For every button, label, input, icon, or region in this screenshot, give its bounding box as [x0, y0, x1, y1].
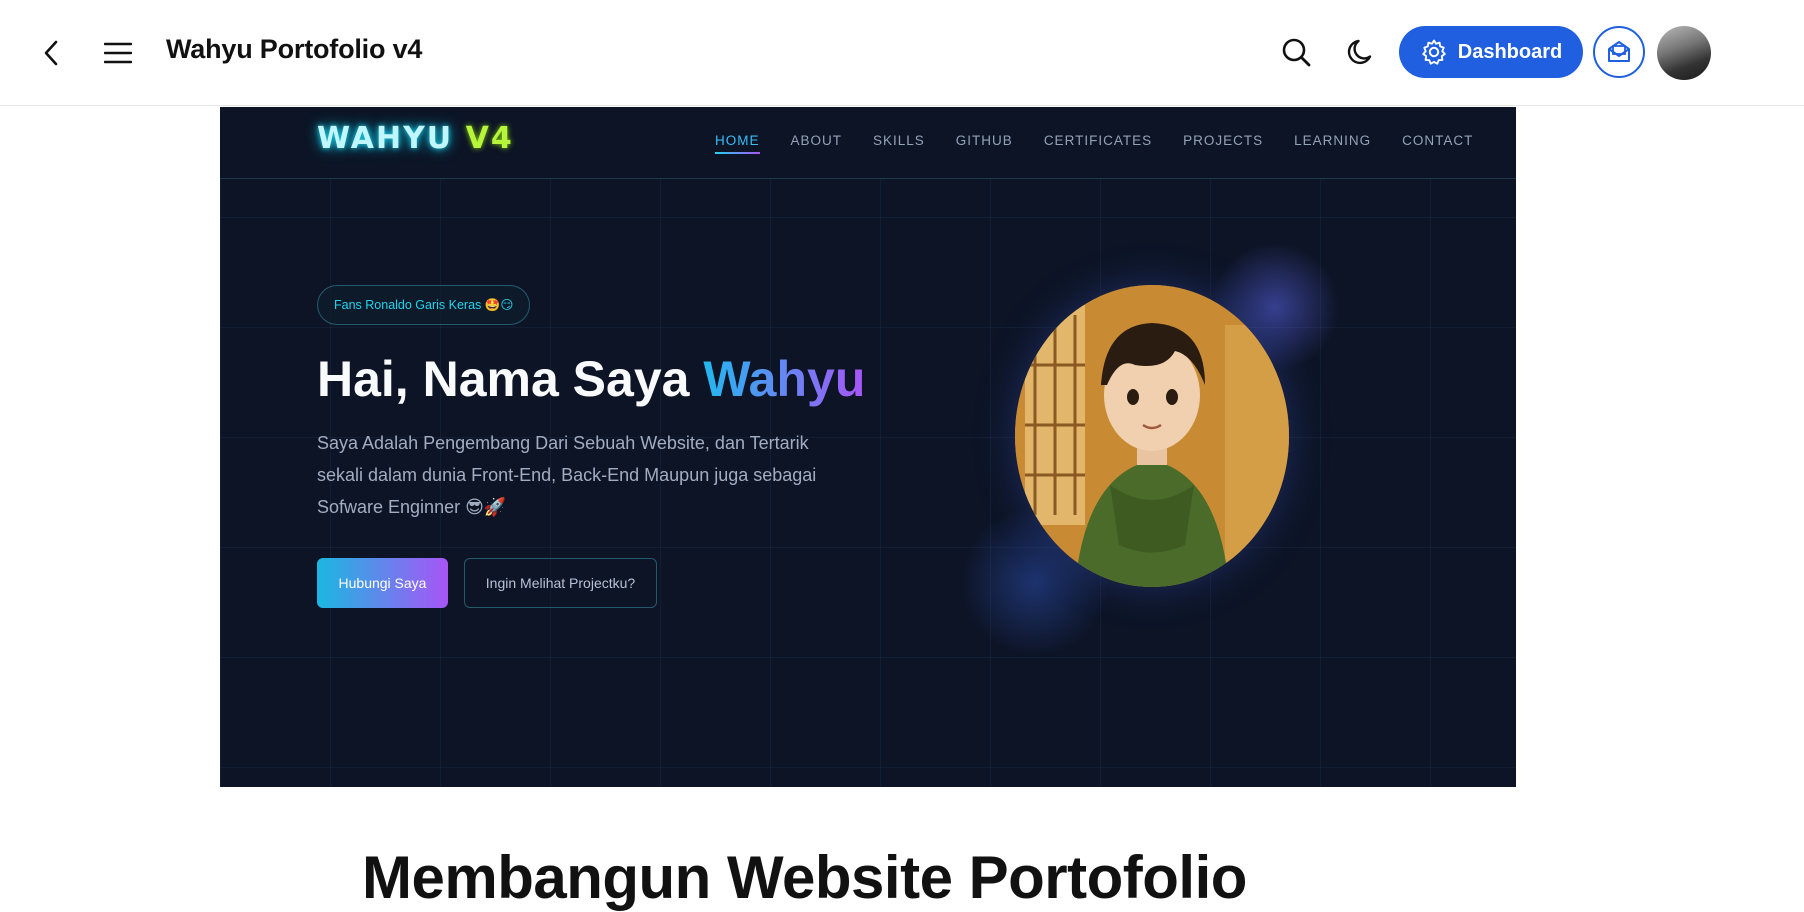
dashboard-button[interactable]: Dashboard: [1399, 26, 1583, 78]
hero-headline: Hai, Nama Saya Wahyu: [317, 351, 866, 407]
nav-projects[interactable]: PROJECTS: [1183, 133, 1263, 148]
theme-toggle-button[interactable]: [1343, 34, 1379, 70]
portfolio-preview: WAHYU V4 HOME ABOUT SKILLS GITHUB CERTIF…: [220, 107, 1516, 787]
tagline-badge: Fans Ronaldo Garis Keras 🤩😏: [317, 285, 531, 325]
dashboard-label: Dashboard: [1457, 40, 1563, 63]
avatar[interactable]: [1657, 26, 1711, 80]
page-title: Wahyu Portofolio v4: [166, 34, 423, 64]
nav-contact[interactable]: CONTACT: [1402, 133, 1473, 148]
nav-learning[interactable]: LEARNING: [1294, 133, 1371, 148]
search-icon: [1282, 38, 1311, 67]
nav-home[interactable]: HOME: [715, 133, 760, 154]
search-button[interactable]: [1278, 34, 1314, 70]
back-button[interactable]: [36, 38, 66, 68]
hamburger-menu-icon: [104, 42, 132, 64]
gear-icon: [1422, 39, 1446, 65]
hero-description: Saya Adalah Pengembang Dari Sebuah Websi…: [317, 433, 817, 517]
contact-button[interactable]: Hubungi Saya: [317, 558, 448, 608]
article-title: Membangun Website Portofolio: [362, 844, 1247, 911]
profile-illustration: [1015, 285, 1289, 587]
site-logo[interactable]: WAHYU V4: [317, 121, 514, 156]
preview-navbar: WAHYU V4 HOME ABOUT SKILLS GITHUB CERTIF…: [220, 107, 1516, 179]
nav-skills[interactable]: SKILLS: [873, 133, 925, 148]
nav-certificates[interactable]: CERTIFICATES: [1044, 133, 1152, 148]
preview-nav-links: HOME ABOUT SKILLS GITHUB CERTIFICATES PR…: [715, 133, 1504, 154]
app-header: Wahyu Portofolio v4 Dashboard: [0, 0, 1804, 106]
mail-icon: [1608, 41, 1630, 62]
view-projects-button[interactable]: Ingin Melihat Projectku?: [464, 558, 657, 608]
menu-button[interactable]: [102, 38, 134, 68]
nav-github[interactable]: GITHUB: [956, 133, 1013, 148]
nav-about[interactable]: ABOUT: [791, 133, 843, 148]
moon-icon: [1347, 39, 1372, 65]
inbox-button[interactable]: [1593, 26, 1645, 78]
back-arrow-icon: [44, 40, 58, 66]
